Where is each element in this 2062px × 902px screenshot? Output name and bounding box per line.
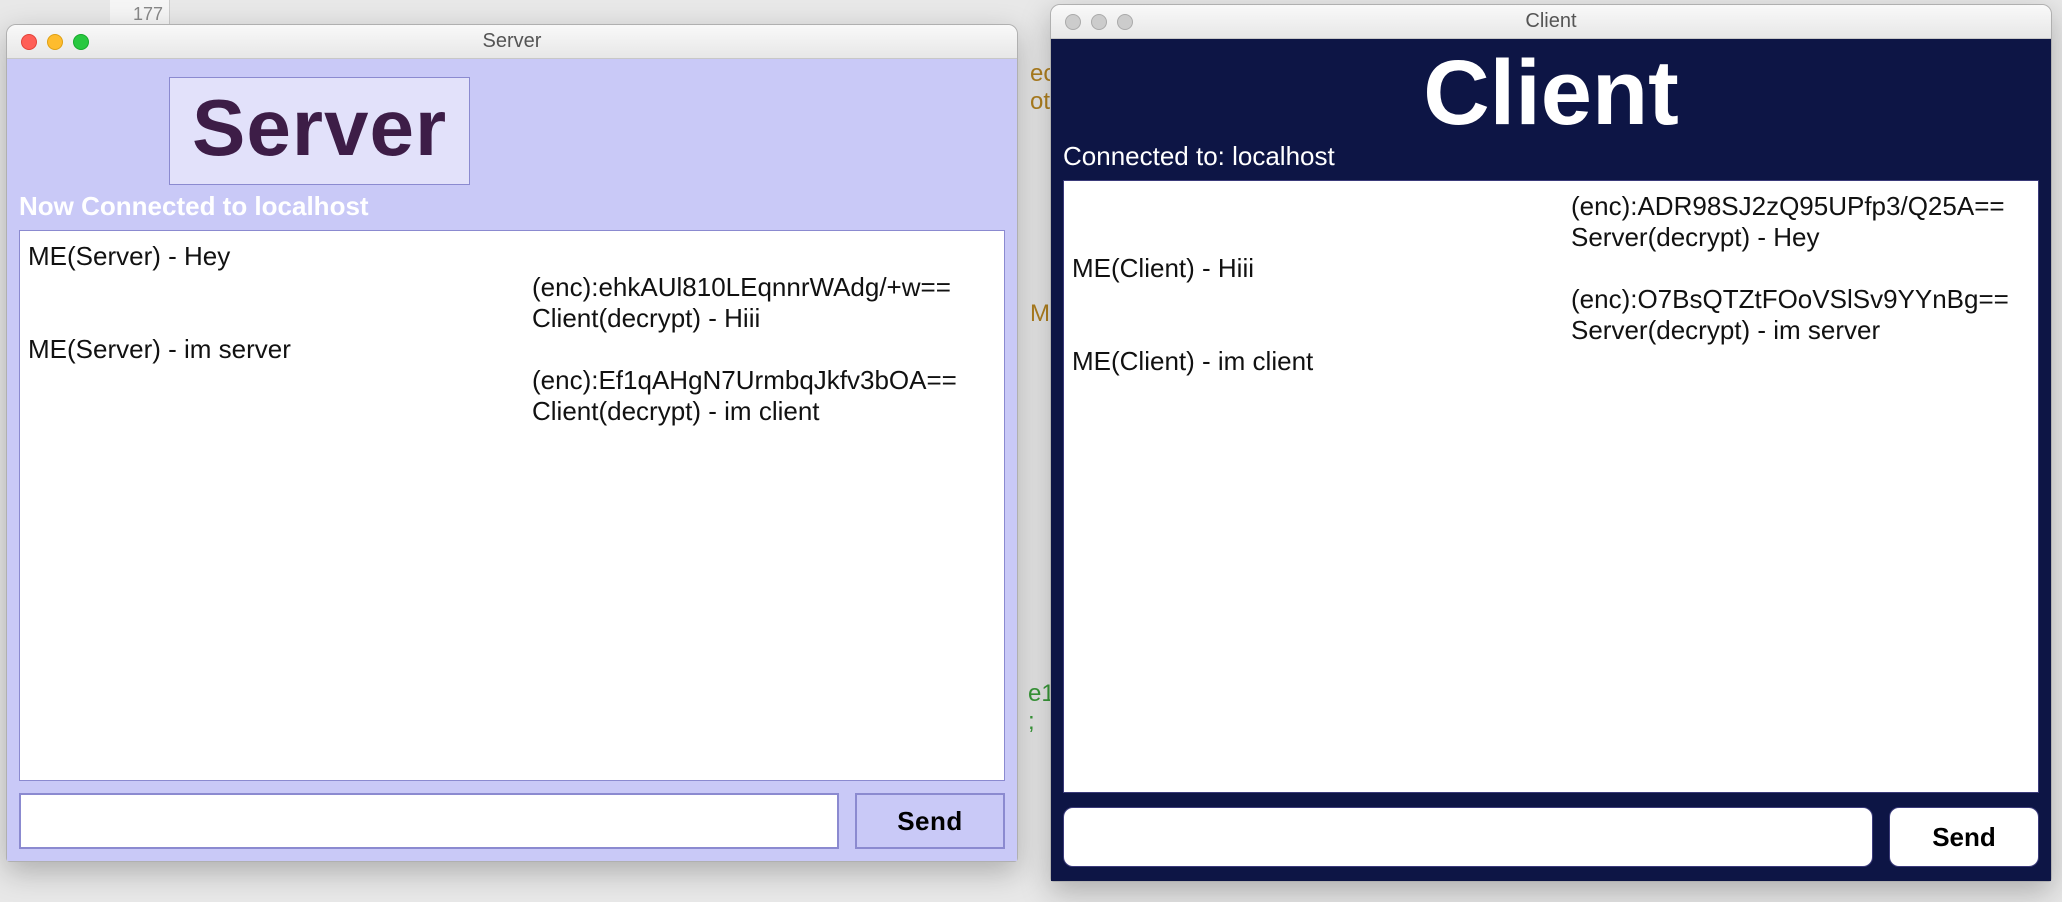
server-titlebar[interactable]: Server: [7, 25, 1017, 59]
server-body: Server Now Connected to localhost ME(Ser…: [7, 59, 1017, 861]
server-chat-log: ME(Server) - Hey ME(Server) - im server …: [19, 230, 1005, 781]
bg-snippet-2: M: [1030, 300, 1050, 328]
server-window: Server Server Now Connected to localhost…: [6, 24, 1018, 862]
server-send-button[interactable]: Send: [855, 793, 1005, 849]
client-window-title: Client: [1051, 10, 2051, 33]
server-heading-box: Server: [169, 77, 470, 185]
client-body: Client Connected to: localhost ME(Client…: [1051, 39, 2051, 881]
client-send-row: Send: [1063, 807, 2039, 867]
client-heading: Client: [1063, 47, 2039, 139]
client-chat-right-col: (enc):ADR98SJ2zQ95UPfp3/Q25A== Server(de…: [1571, 191, 2030, 782]
client-chat-left-col: ME(Client) - Hiii ME(Client) - im client: [1072, 191, 1531, 782]
client-message-input[interactable]: [1063, 807, 1873, 867]
server-window-title: Server: [7, 30, 1017, 53]
server-message-input[interactable]: [19, 793, 839, 849]
client-titlebar[interactable]: Client: [1051, 5, 2051, 39]
server-status-label: Now Connected to localhost: [19, 191, 1005, 222]
client-send-button[interactable]: Send: [1889, 807, 2039, 867]
client-chat-log: ME(Client) - Hiii ME(Client) - im client…: [1063, 180, 2039, 793]
server-chat-right-col: (enc):ehkAUl810LEqnnrWAdg/+w== Client(de…: [532, 241, 996, 770]
client-status-label: Connected to: localhost: [1063, 141, 2039, 172]
server-heading: Server: [192, 82, 447, 174]
server-send-row: Send: [19, 793, 1005, 849]
client-window: Client Client Connected to: localhost ME…: [1050, 4, 2052, 882]
server-chat-left-col: ME(Server) - Hey ME(Server) - im server: [28, 241, 492, 770]
